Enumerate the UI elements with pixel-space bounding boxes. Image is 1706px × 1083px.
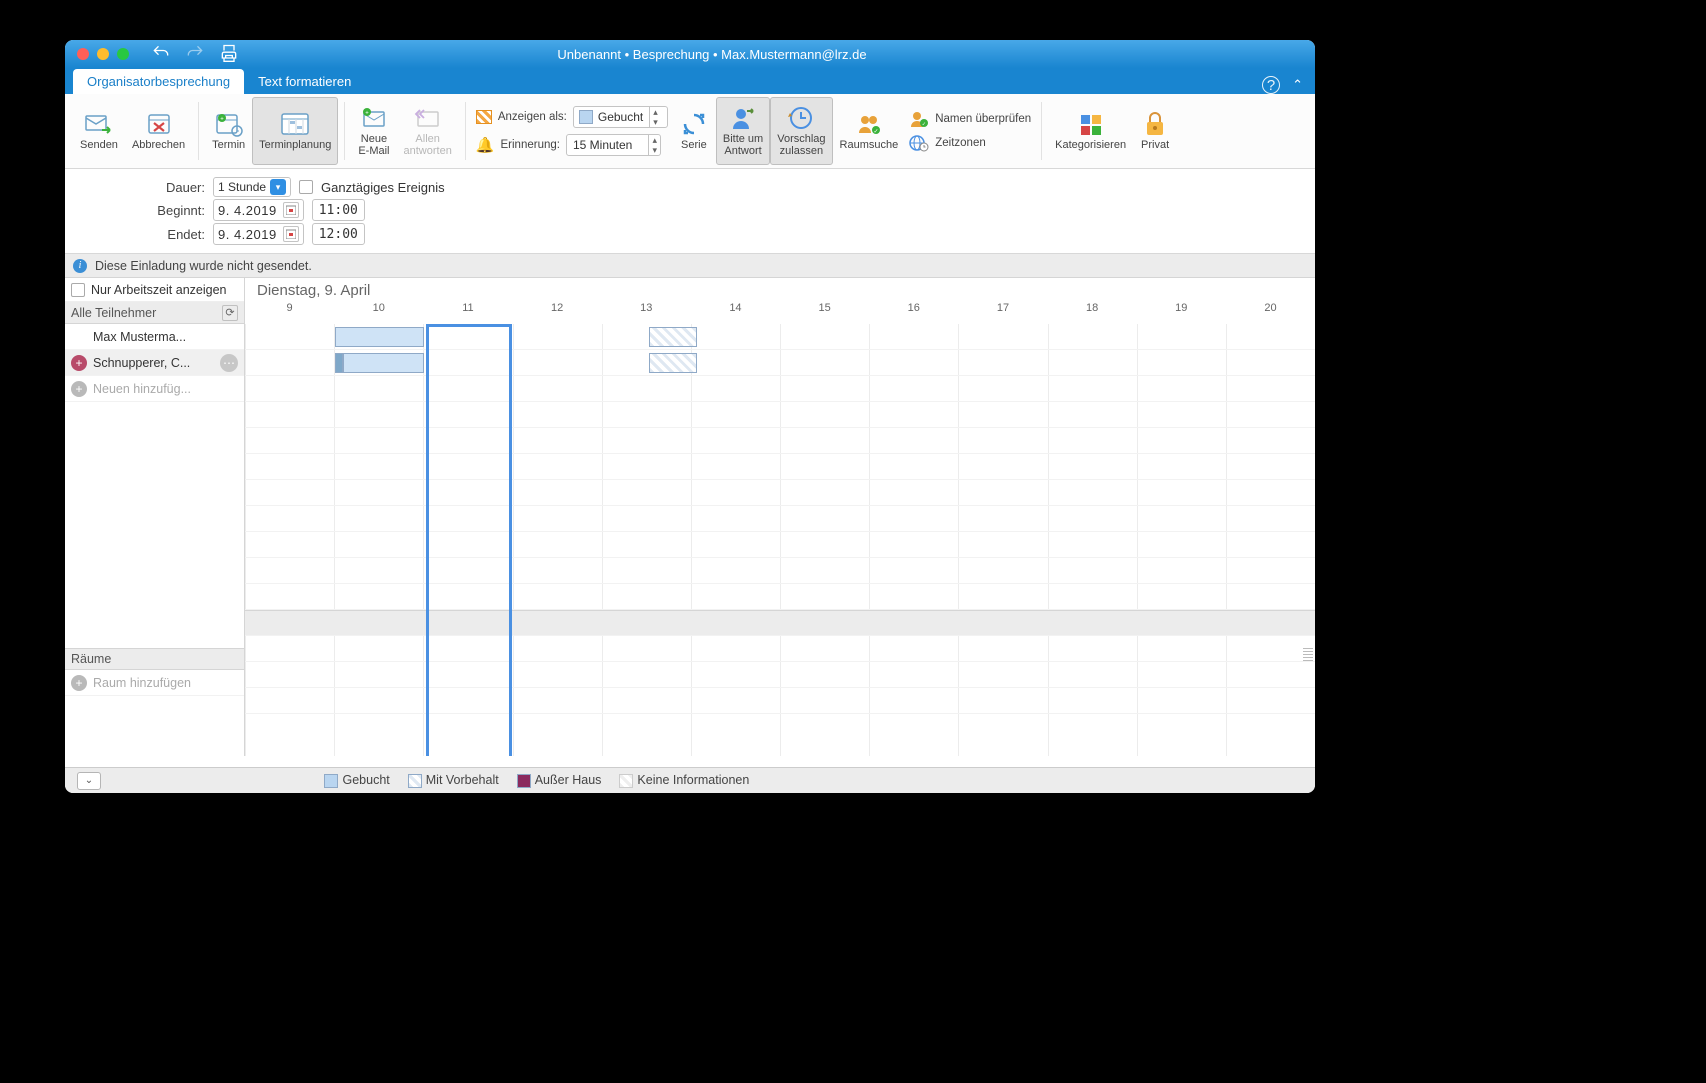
erinnerung-label: Erinnerung: [501, 139, 560, 151]
window-title: Unbenannt • Besprechung • Max.Mustermann… [249, 47, 1175, 62]
serie-button[interactable]: Serie [672, 97, 716, 165]
zeitzonen-button[interactable]: Zeitzonen [909, 134, 1031, 152]
svg-text:+: + [365, 110, 369, 116]
tentative-block [649, 353, 696, 373]
dauer-select[interactable]: 1 Stunde▾ [213, 177, 291, 197]
expand-button[interactable]: ⌄ [77, 772, 101, 790]
close-window-icon[interactable] [77, 48, 89, 60]
allen-antworten-button: Allen antworten [397, 97, 459, 165]
scheduling-grid[interactable]: Dienstag, 9. April 910 1112 1314 1516 17… [245, 278, 1315, 756]
info-icon: i [73, 259, 87, 273]
hour-row: 910 1112 1314 1516 1718 1920 [245, 302, 1315, 324]
minimize-window-icon[interactable] [97, 48, 109, 60]
zoom-window-icon[interactable] [117, 48, 129, 60]
ribbon-tabs: Organisatorbesprechung Text formatieren … [65, 68, 1315, 94]
redo-icon[interactable] [185, 43, 205, 66]
endet-label: Endet: [65, 227, 205, 242]
add-room-row[interactable]: +Raum hinzufügen [65, 670, 244, 696]
add-icon: + [71, 381, 87, 397]
info-bar: i Diese Einladung wurde nicht gesendet. [65, 254, 1315, 278]
tab-text-formatieren[interactable]: Text formatieren [244, 69, 365, 94]
senden-button[interactable]: Senden [73, 97, 125, 165]
legend-gebucht: Gebucht [324, 773, 389, 788]
add-attendee-row[interactable]: +Neuen hinzufüg... [65, 376, 244, 402]
endet-time-input[interactable]: 12:00 [312, 223, 365, 245]
tab-organisatorbesprechung[interactable]: Organisatorbesprechung [73, 69, 244, 94]
print-icon[interactable] [219, 43, 239, 66]
resize-grip-icon[interactable] [1303, 648, 1313, 662]
endet-date-input[interactable]: 9. 4.2019 [213, 223, 304, 245]
svg-text:+: + [220, 117, 224, 123]
show-as-icon [476, 110, 492, 124]
window-controls [65, 48, 141, 60]
vorschlag-zulassen-button[interactable]: Vorschlag zulassen [770, 97, 832, 165]
bell-icon: 🔔 [476, 136, 495, 154]
ganztag-label: Ganztägiges Ereignis [321, 180, 445, 195]
availability-lane [245, 324, 1315, 350]
title-bar: Unbenannt • Besprechung • Max.Mustermann… [65, 40, 1315, 68]
beginnt-label: Beginnt: [65, 203, 205, 218]
beginnt-date-input[interactable]: 9. 4.2019 [213, 199, 304, 221]
globe-clock-icon [909, 134, 929, 152]
busy-block [335, 327, 424, 347]
svg-text:✓: ✓ [922, 122, 926, 128]
add-icon: + [71, 675, 87, 691]
workhours-checkbox[interactable] [71, 283, 85, 297]
calendar-icon[interactable] [283, 226, 299, 242]
availability-lanes [245, 324, 1315, 714]
beginnt-time-input[interactable]: 11:00 [312, 199, 365, 221]
kategorisieren-button[interactable]: Kategorisieren [1048, 97, 1133, 165]
ganztag-checkbox[interactable] [299, 180, 313, 194]
calendar-icon[interactable] [283, 202, 299, 218]
busy-block [335, 353, 344, 373]
legend-vorbehalt: Mit Vorbehalt [408, 773, 499, 788]
attendee-row[interactable]: Max Musterma... [65, 324, 244, 350]
ribbon: Senden Abbrechen +Termin Terminplanung +… [65, 94, 1315, 169]
attendee-row[interactable]: +Schnupperer, C...⋯ [65, 350, 244, 376]
legend-ausser-haus: Außer Haus [517, 773, 602, 788]
neue-email-button[interactable]: +Neue E-Mail [351, 97, 396, 165]
busy-block [343, 353, 423, 373]
quick-access [141, 43, 249, 66]
info-text: Diese Einladung wurde nicht gesendet. [95, 259, 312, 273]
anzeigen-als-label: Anzeigen als: [498, 111, 567, 123]
privat-button[interactable]: Privat [1133, 97, 1177, 165]
app-window: Unbenannt • Besprechung • Max.Mustermann… [65, 40, 1315, 793]
terminplanung-button[interactable]: Terminplanung [252, 97, 338, 165]
help-icon[interactable]: ? [1262, 76, 1280, 94]
day-header: Dienstag, 9. April [245, 278, 1315, 302]
erinnerung-select[interactable]: 15 Minuten▴▾ [566, 134, 661, 156]
refresh-icon[interactable]: ⟳ [222, 305, 238, 321]
anzeigen-als-select[interactable]: Gebucht▴▾ [573, 106, 668, 128]
workhours-label: Nur Arbeitszeit anzeigen [91, 283, 227, 297]
namen-ueberpruefen-button[interactable]: ✓Namen überprüfen [909, 110, 1031, 128]
bitte-um-antwort-button[interactable]: Bitte um Antwort [716, 97, 770, 165]
rooms-header: Räume [65, 648, 244, 670]
legend-keine-info: Keine Informationen [619, 773, 749, 788]
dauer-label: Dauer: [65, 180, 205, 195]
person-check-icon: ✓ [909, 110, 929, 128]
availability-lane [245, 350, 1315, 376]
raumsuche-button[interactable]: ✓Raumsuche [833, 97, 906, 165]
scheduling-body: Nur Arbeitszeit anzeigen Alle Teilnehmer… [65, 278, 1315, 756]
attendee-options-icon[interactable]: ⋯ [220, 354, 238, 372]
required-attendee-icon: + [71, 355, 87, 371]
meeting-fields: Dauer: 1 Stunde▾ Ganztägiges Ereignis Be… [65, 169, 1315, 254]
undo-icon[interactable] [151, 43, 171, 66]
termin-button[interactable]: +Termin [205, 97, 252, 165]
svg-text:✓: ✓ [873, 129, 878, 135]
alle-teilnehmer-header: Alle Teilnehmer [71, 306, 156, 320]
attendee-sidebar: Nur Arbeitszeit anzeigen Alle Teilnehmer… [65, 278, 245, 756]
status-bar: ⌄ Gebucht Mit Vorbehalt Außer Haus Keine… [65, 767, 1315, 793]
abbrechen-button[interactable]: Abbrechen [125, 97, 192, 165]
tentative-block [649, 327, 696, 347]
collapse-ribbon-icon[interactable]: ⌃ [1292, 77, 1303, 93]
